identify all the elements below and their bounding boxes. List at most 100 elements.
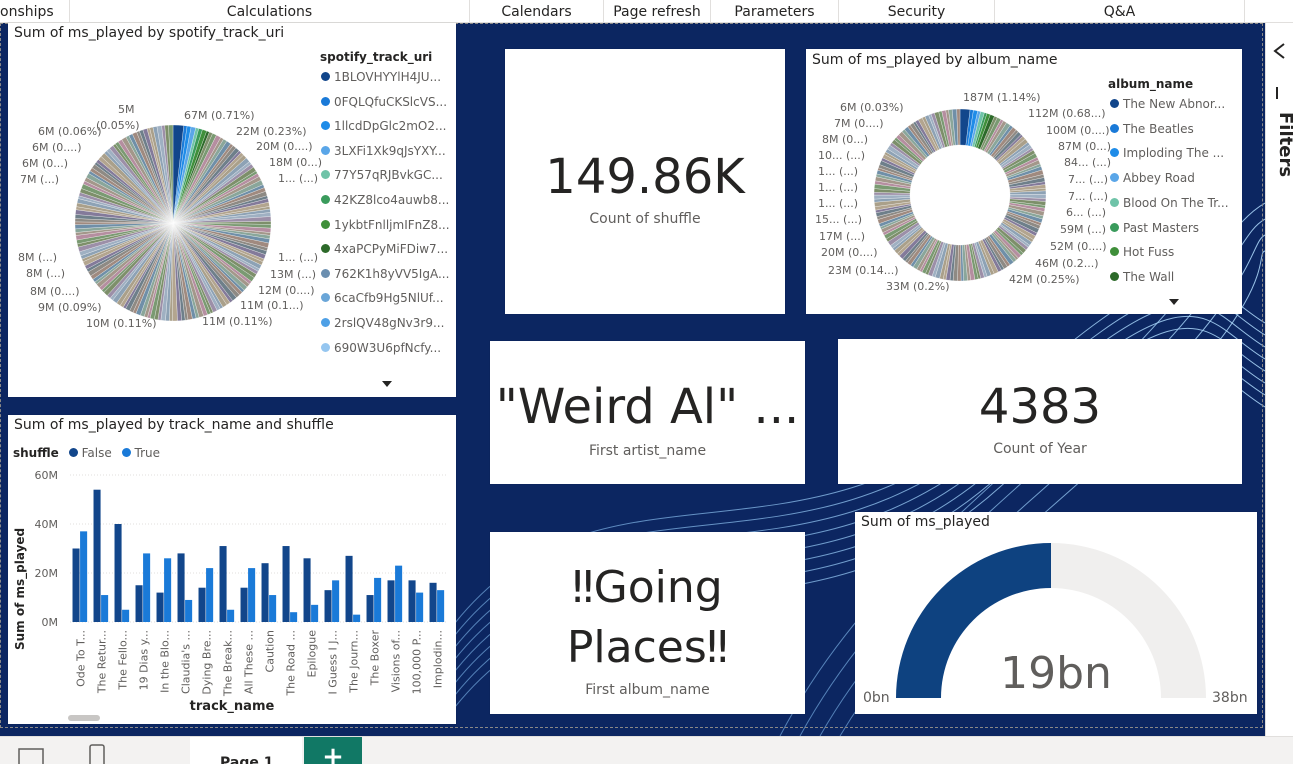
legend-item[interactable]: The Beatles	[1110, 122, 1194, 136]
card-first-artist[interactable]: "Weird Al" ... First artist_name	[490, 341, 805, 484]
legend-item[interactable]: 762K1h8yVV5IgA...	[321, 267, 449, 281]
legend-dot	[1110, 99, 1119, 108]
bar-true[interactable]	[227, 609, 235, 622]
legend-item[interactable]: Hot Fuss	[1110, 245, 1174, 259]
ribbon-security[interactable]: Security	[839, 0, 995, 23]
card-label: First album_name	[585, 682, 710, 698]
bar-false[interactable]	[345, 555, 353, 622]
legend-item[interactable]: 0FQLQfuCKSlcVS...	[321, 95, 447, 109]
legend-item[interactable]: 1llcdDpGlc2mO2...	[321, 119, 446, 133]
bar-false[interactable]	[156, 592, 164, 622]
bar-true[interactable]	[143, 553, 151, 622]
bar-false[interactable]	[93, 489, 101, 622]
legend-item[interactable]: 77Y57qRJBvkGC...	[321, 168, 443, 182]
legend-dot	[321, 170, 330, 180]
card-value: 4383	[978, 379, 1102, 435]
pie-label: 8M (...)	[18, 251, 58, 264]
card-value: 149.86K	[545, 149, 745, 205]
bar-true[interactable]	[269, 595, 277, 622]
legend-item[interactable]: The Wall	[1110, 270, 1174, 284]
legend-item[interactable]: 1BLOVHYYlH4JU...	[321, 70, 441, 84]
legend-item[interactable]: 6caCfb9Hg5NlUf...	[321, 291, 444, 305]
bar-false[interactable]	[240, 587, 248, 622]
legend-item[interactable]: 42KZ8lco4auwb8...	[321, 193, 449, 207]
bar-true[interactable]	[416, 592, 424, 622]
bar-false[interactable]	[261, 563, 269, 622]
ribbon-qa[interactable]: Q&A	[995, 0, 1245, 23]
pie-label: 18M (0...)	[269, 156, 323, 169]
bar-true[interactable]	[80, 531, 88, 622]
legend-item[interactable]: Abbey Road	[1110, 171, 1195, 185]
bar-true[interactable]	[332, 580, 340, 622]
bar-true[interactable]	[374, 577, 382, 622]
card-count-shuffle[interactable]: 149.86K Count of shuffle	[505, 49, 785, 314]
bar-false[interactable]	[219, 546, 227, 622]
legend-item[interactable]: The New Abnor...	[1110, 97, 1225, 111]
bar-false[interactable]	[282, 546, 290, 622]
legend-label: 1ykbtFnlljmIFnZ8...	[334, 217, 450, 232]
bar-false[interactable]	[429, 582, 437, 622]
bar-false[interactable]	[303, 558, 311, 622]
legend-item[interactable]: 4xaPCPyMiFDiw7...	[321, 242, 448, 256]
bar-false[interactable]	[72, 548, 80, 623]
pie-chart-track-uri[interactable]: Sum of ms_played by spotify_track_uri sp…	[8, 23, 456, 397]
bar-true[interactable]	[164, 558, 172, 622]
legend-item[interactable]: Blood On The Tr...	[1110, 196, 1229, 210]
legend-label: 0FQLQfuCKSlcVS...	[334, 94, 448, 109]
filters-label[interactable]: Filters	[1275, 112, 1293, 177]
ribbon-parameters[interactable]: Parameters	[711, 0, 839, 23]
page-tab-1[interactable]: Page 1	[190, 737, 302, 764]
desktop-layout-icon[interactable]	[16, 737, 46, 764]
bar-true[interactable]	[206, 568, 214, 622]
donut-label: 1... (...)	[818, 165, 859, 178]
pie-label: 6M (0...)	[22, 157, 69, 170]
card-label: Count of Year	[993, 441, 1087, 457]
card-count-year[interactable]: 4383 Count of Year	[838, 339, 1242, 484]
bar-true[interactable]	[185, 599, 193, 622]
bar-false[interactable]	[366, 595, 374, 622]
pie-label: 5M	[118, 103, 135, 116]
ribbon-calendars[interactable]: Calendars	[470, 0, 604, 23]
bar-false[interactable]	[135, 585, 143, 622]
gauge-max: 38bn	[1212, 690, 1248, 706]
bar-true[interactable]	[290, 612, 298, 622]
ribbon-calculations[interactable]: Calculations	[70, 0, 470, 23]
bar-true[interactable]	[122, 609, 130, 622]
bar-false[interactable]	[177, 553, 185, 622]
ribbon-page-refresh[interactable]: Page refresh	[604, 0, 711, 23]
bar-true[interactable]	[248, 568, 256, 622]
pie-label: 20M (0....)	[256, 140, 313, 153]
mobile-layout-icon[interactable]	[86, 737, 108, 764]
card-value-line1: ‼Going	[572, 562, 723, 613]
add-page-button[interactable]: +	[304, 737, 362, 764]
donut-chart-album[interactable]: Sum of ms_played by album_name album_nam…	[806, 49, 1242, 314]
bar-true[interactable]	[101, 595, 109, 622]
ribbon-relationships[interactable]: onships	[0, 0, 70, 23]
legend-label: 42KZ8lco4auwb8...	[334, 193, 450, 207]
bar-false[interactable]	[198, 587, 206, 622]
bar-false[interactable]	[114, 524, 122, 622]
legend-item[interactable]: 2rslQV48gNv3r9...	[321, 316, 444, 330]
bar-chart-svg: 60M 40M 20M 0M Ode To T... The Retur... The Fe…	[35, 469, 448, 697]
bar-true[interactable]	[395, 565, 403, 622]
card-first-album[interactable]: ‼Going Places‼ First album_name	[490, 532, 805, 714]
legend-item[interactable]: Imploding The ...	[1110, 146, 1224, 160]
legend-item[interactable]: Past Masters	[1110, 221, 1199, 235]
bar-true[interactable]	[437, 590, 445, 622]
bar-chart-track-shuffle[interactable]: Sum of ms_played by track_name and shuff…	[8, 415, 456, 724]
horizontal-scrollbar[interactable]	[68, 715, 100, 721]
filter-pane-chevron-icon[interactable]	[1270, 41, 1290, 61]
legend-more-icon[interactable]	[1169, 299, 1179, 305]
gauge-ms-played[interactable]: Sum of ms_played 19bn 0bn 38bn	[855, 512, 1257, 714]
donut-label: 23M (0.14...)	[828, 264, 899, 277]
legend-label: Past Masters	[1123, 220, 1200, 235]
legend-item[interactable]: 3LXFi1Xk9qJsYXY...	[321, 144, 446, 158]
bar-true[interactable]	[311, 604, 319, 622]
bar-false[interactable]	[408, 580, 416, 622]
legend-more-icon[interactable]	[382, 381, 392, 387]
bar-false[interactable]	[324, 590, 332, 622]
bar-false[interactable]	[387, 580, 395, 622]
legend-item[interactable]: 1ykbtFnlljmIFnZ8...	[321, 218, 450, 232]
bar-true[interactable]	[353, 614, 361, 622]
legend-item[interactable]: 690W3U6pfNcfy...	[321, 341, 441, 355]
